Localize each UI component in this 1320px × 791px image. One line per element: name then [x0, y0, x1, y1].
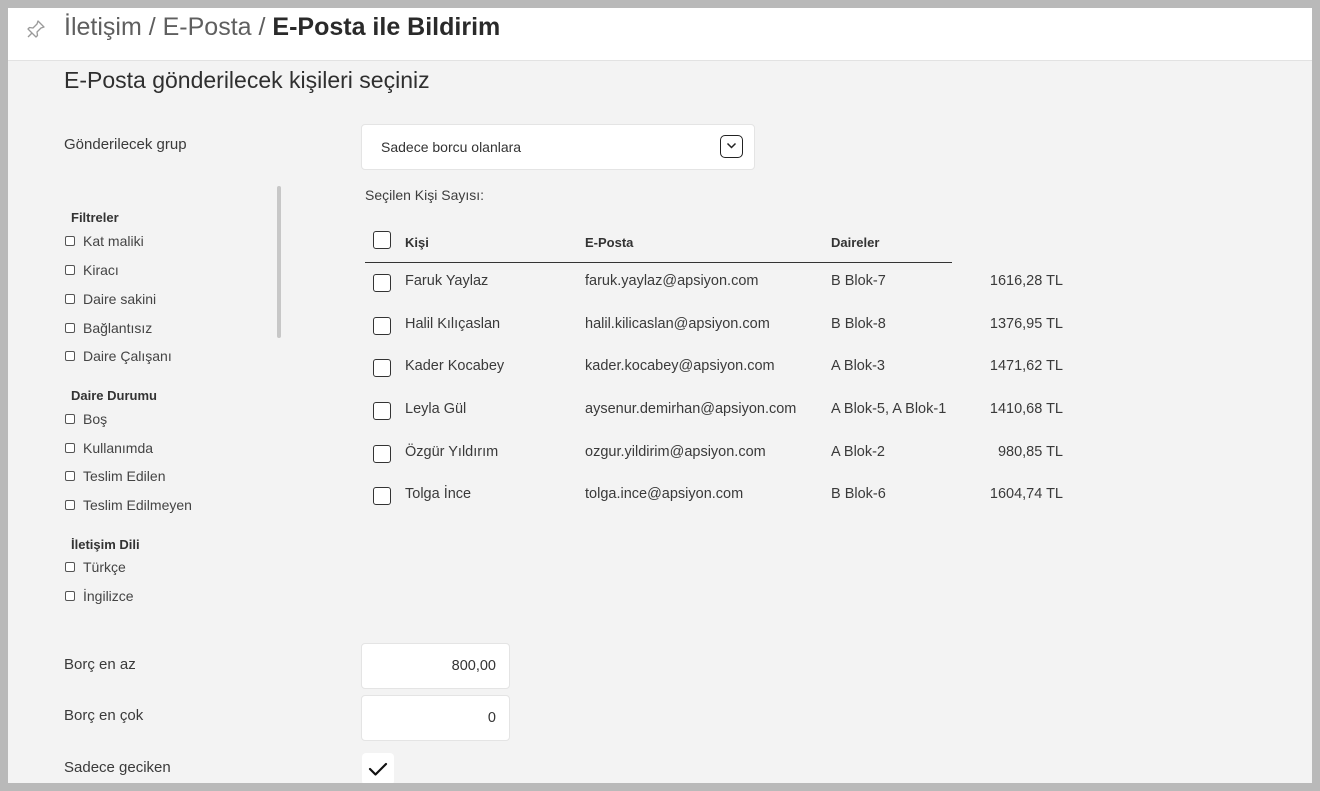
row-name: Özgür Yıldırım [405, 444, 499, 460]
row-email: tolga.ince@apsiyon.com [585, 486, 744, 502]
row-name: Leyla Gül [405, 401, 467, 417]
table-row[interactable]: Faruk Yaylaz faruk.yaylaz@apsiyon.com B … [365, 264, 1085, 304]
row-email: aysenur.demirhan@apsiyon.com [585, 401, 797, 417]
row-checkbox[interactable] [373, 402, 391, 420]
table-row[interactable]: Kader Kocabey kader.kocabey@apsiyon.com … [365, 349, 1085, 389]
row-units: A Blok-5, A Blok-1 [831, 401, 947, 417]
checkbox[interactable] [65, 591, 75, 601]
checkbox[interactable] [65, 500, 75, 510]
row-checkbox[interactable] [373, 445, 391, 463]
only-overdue-label: Sadece geciken [64, 759, 171, 776]
checkbox[interactable] [65, 351, 75, 361]
select-all-checkbox[interactable] [373, 231, 391, 249]
page-title: E-Posta gönderilecek kişileri seçiniz [64, 67, 430, 93]
column-header-eposta[interactable]: E-Posta [585, 235, 633, 250]
row-units: A Blok-3 [831, 358, 885, 374]
header-bar: İletişim / E-Posta / E-Posta ile Bildiri… [8, 8, 1312, 61]
checkbox[interactable] [65, 414, 75, 424]
table-row[interactable]: Özgür Yıldırım ozgur.yildirim@apsiyon.co… [365, 435, 1085, 475]
chevron-down-icon[interactable] [720, 135, 743, 158]
debt-max-input[interactable]: 0 [361, 695, 510, 741]
table-row[interactable]: Halil Kılıçaslan halil.kilicaslan@apsiyo… [365, 307, 1085, 347]
row-checkbox[interactable] [373, 274, 391, 292]
row-amount: 980,85 TL [997, 444, 1063, 460]
selected-count-label: Seçilen Kişi Sayısı: [365, 187, 485, 203]
checkbox[interactable] [65, 294, 75, 304]
group-label: Gönderilecek grup [64, 136, 187, 153]
table-header: Kişi E-Posta Daireler [365, 226, 952, 263]
checkbox[interactable] [65, 323, 75, 333]
filters-scrollbar[interactable] [277, 186, 281, 338]
row-email: halil.kilicaslan@apsiyon.com [585, 316, 770, 332]
row-units: B Blok-6 [831, 486, 886, 502]
row-name: Tolga İnce [405, 486, 472, 502]
row-amount: 1410,68 TL [989, 401, 1063, 417]
group-select-value: Sadece borcu olanlara [381, 139, 522, 155]
row-units: B Blok-7 [831, 273, 886, 289]
checkbox[interactable] [65, 236, 75, 246]
filter-group-title: Daire Durumu [71, 388, 157, 403]
row-email: faruk.yaylaz@apsiyon.com [585, 273, 759, 289]
row-checkbox[interactable] [373, 317, 391, 335]
row-units: B Blok-8 [831, 316, 886, 332]
table-row[interactable]: Leyla Gül aysenur.demirhan@apsiyon.com A… [365, 392, 1085, 432]
checkbox[interactable] [65, 443, 75, 453]
app-window: İletişim / E-Posta / E-Posta ile Bildiri… [8, 8, 1312, 783]
filter-group-title: İletişim Dili [71, 537, 140, 552]
only-overdue-checkbox[interactable] [362, 753, 394, 783]
debt-min-label: Borç en az [64, 656, 136, 673]
row-amount: 1616,28 TL [989, 273, 1063, 289]
row-checkbox[interactable] [373, 359, 391, 377]
column-header-kisi[interactable]: Kişi [405, 235, 429, 250]
debt-min-input[interactable]: 800,00 [361, 643, 510, 689]
row-name: Kader Kocabey [405, 358, 505, 374]
row-email: kader.kocabey@apsiyon.com [585, 358, 775, 374]
table-row[interactable]: Tolga İnce tolga.ince@apsiyon.com B Blok… [365, 477, 1085, 517]
row-name: Halil Kılıçaslan [405, 316, 501, 332]
row-name: Faruk Yaylaz [405, 273, 489, 289]
row-units: A Blok-2 [831, 444, 885, 460]
checkbox[interactable] [65, 265, 75, 275]
checkbox[interactable] [65, 562, 75, 572]
row-checkbox[interactable] [373, 487, 391, 505]
group-select[interactable]: Sadece borcu olanlara [361, 124, 755, 170]
row-amount: 1471,62 TL [989, 358, 1063, 374]
checkbox[interactable] [65, 471, 75, 481]
debt-max-label: Borç en çok [64, 707, 144, 724]
row-amount: 1604,74 TL [989, 486, 1063, 502]
checkmark-icon [368, 762, 388, 776]
breadcrumb-path[interactable]: İletişim / E-Posta / [64, 13, 265, 41]
row-email: ozgur.yildirim@apsiyon.com [585, 444, 766, 460]
column-header-daireler[interactable]: Daireler [831, 235, 879, 250]
breadcrumb: İletişim / E-Posta / E-Posta ile Bildiri… [64, 13, 500, 42]
breadcrumb-current: E-Posta ile Bildirim [272, 13, 501, 41]
filter-group-title: Filtreler [71, 210, 119, 225]
row-amount: 1376,95 TL [989, 316, 1063, 332]
pin-icon[interactable] [25, 18, 47, 40]
